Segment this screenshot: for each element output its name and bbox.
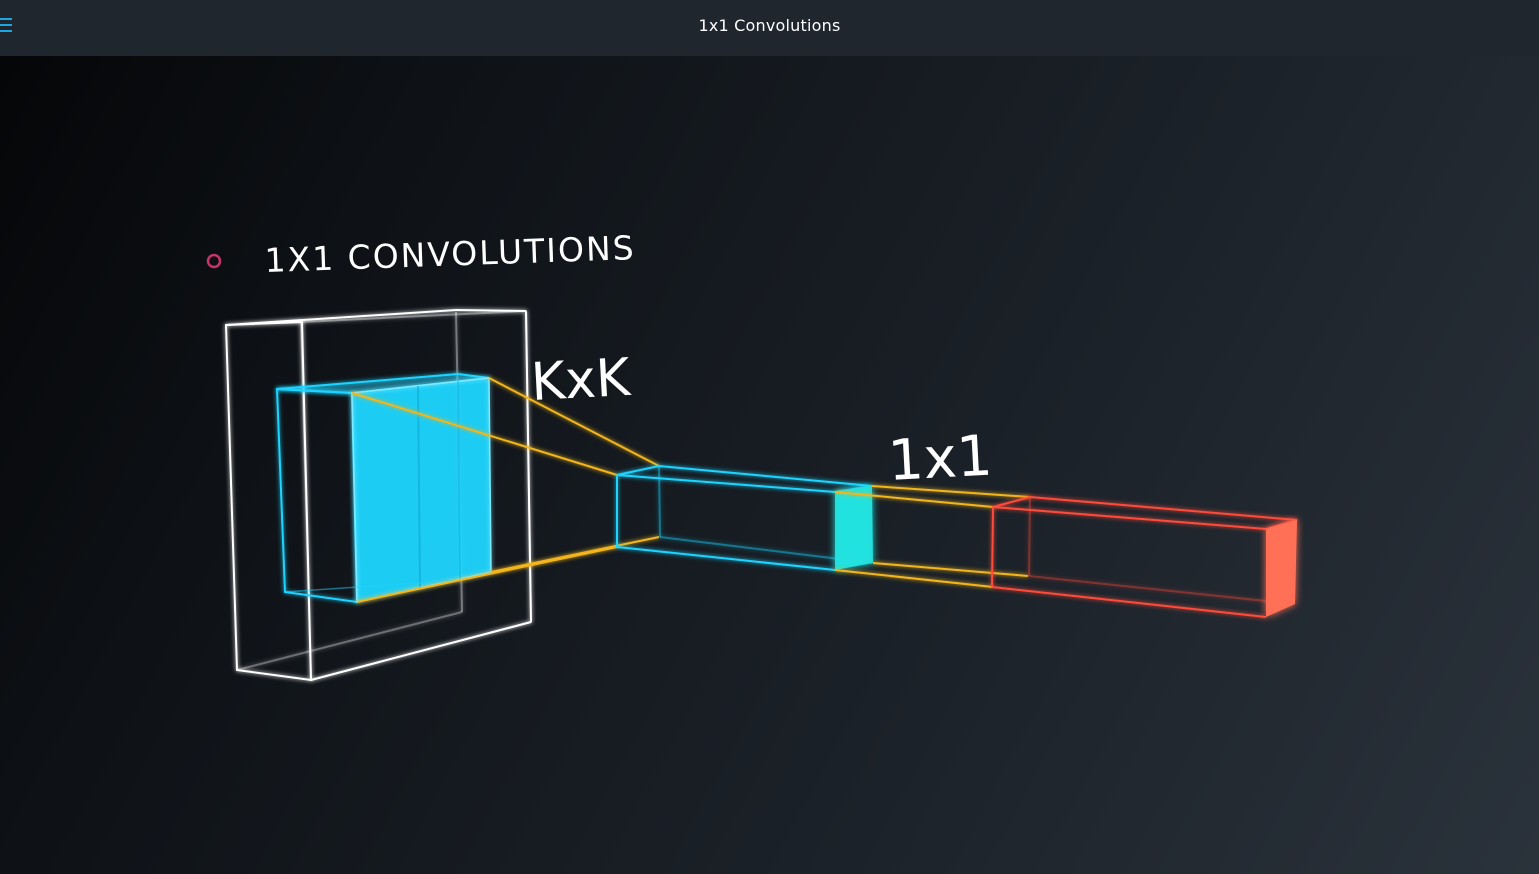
window-title: 1x1 Convolutions: [698, 16, 841, 35]
intermediate-feature-bar: [616, 464, 873, 571]
output-end-face: [1266, 520, 1297, 617]
convolution-diagram: 1X1 CONVOLUTIONS KxK 1x1: [206, 228, 1298, 682]
top-bar: 1x1 Convolutions: [0, 0, 1539, 56]
output-feature-bar: [991, 495, 1298, 618]
kxk-label: KxK: [530, 348, 634, 413]
slide-heading: 1X1 CONVOLUTIONS: [264, 228, 636, 280]
one-by-one-label: 1x1: [886, 424, 994, 494]
ring-bullet-icon: [206, 253, 222, 269]
video-player[interactable]: 1X1 CONVOLUTIONS KxK 1x1: [0, 56, 1539, 874]
one-by-one-kernel-slice: [835, 486, 873, 570]
